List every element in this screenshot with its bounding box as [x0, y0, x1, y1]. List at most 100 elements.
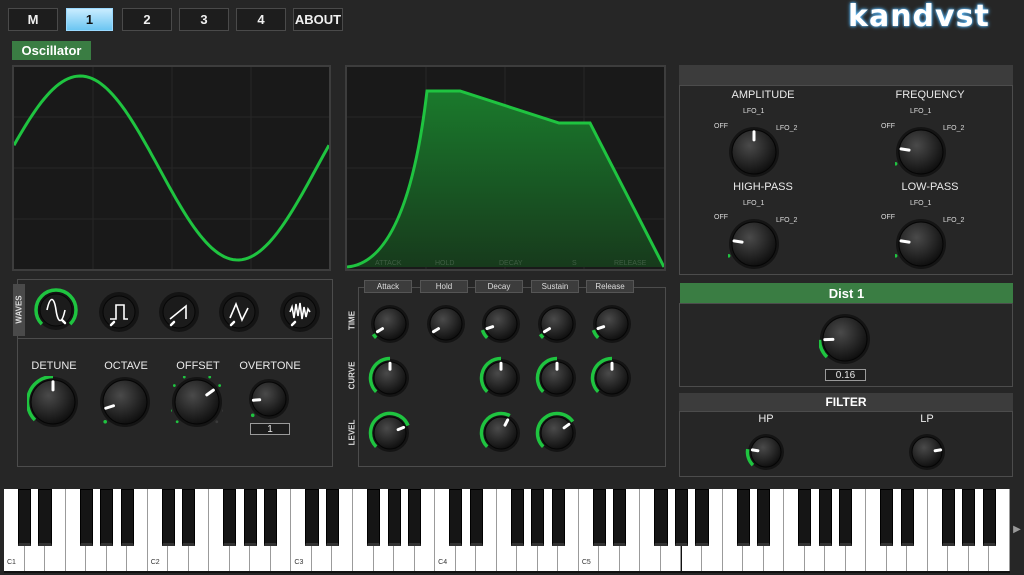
black-key[interactable] [962, 489, 976, 546]
offset-knob[interactable] [171, 376, 223, 428]
lowpass-lfo1-label: LFO_1 [910, 200, 932, 207]
lp-label: LP [920, 413, 934, 425]
black-key[interactable] [941, 489, 955, 546]
black-key[interactable] [592, 489, 606, 546]
dist-amount-knob[interactable] [819, 313, 871, 365]
env-screen-hold: HOLD [435, 260, 454, 267]
tab-1[interactable]: 1 [66, 8, 113, 31]
black-key[interactable] [880, 489, 894, 546]
black-key[interactable] [613, 489, 627, 546]
sustain-time-knob[interactable] [531, 298, 583, 350]
waveform-display [12, 65, 331, 271]
lp-cutoff-knob[interactable] [901, 426, 953, 478]
env-row-level: LEVEL [347, 419, 357, 446]
frequency-off-label: OFF [881, 123, 895, 130]
dist-title[interactable]: Dist 1 [680, 283, 1013, 303]
black-key[interactable] [264, 489, 278, 546]
octave-label: C5 [581, 559, 591, 566]
frequency-lfo1-label: LFO_1 [910, 108, 932, 115]
overtone-knob[interactable] [243, 373, 295, 425]
env-col-release: Release [586, 280, 634, 293]
octave-knob[interactable] [99, 376, 151, 428]
black-key[interactable] [38, 489, 52, 546]
octave-label: C2 [150, 559, 160, 566]
frequency-mod-knob[interactable] [895, 126, 947, 178]
sustain-level-knob[interactable] [531, 407, 583, 459]
detune-knob[interactable] [27, 376, 79, 428]
black-key[interactable] [449, 489, 463, 546]
hp-cutoff-knob[interactable] [740, 426, 792, 478]
black-key[interactable] [325, 489, 340, 546]
black-key[interactable] [818, 489, 832, 546]
frequency-label: FREQUENCY [895, 89, 965, 101]
env-col-hold: Hold [420, 280, 468, 293]
highpass-mod-knob[interactable] [728, 218, 780, 270]
release-time-knob[interactable] [586, 298, 638, 350]
highpass-label: HIGH-PASS [733, 181, 793, 193]
black-key[interactable] [736, 489, 750, 546]
octave-label: C4 [438, 559, 448, 566]
black-key[interactable] [120, 489, 134, 546]
release-curve-knob[interactable] [586, 352, 638, 404]
amplitude-off-label: OFF [714, 123, 728, 130]
black-key[interactable] [900, 489, 914, 546]
tab-about[interactable]: ABOUT [293, 8, 343, 31]
env-screen-decay: DECAY [499, 260, 523, 267]
logo: kandvst [848, 0, 990, 34]
black-key[interactable] [757, 489, 771, 546]
detune-label: DETUNE [31, 360, 77, 372]
black-key[interactable] [387, 489, 401, 546]
attack-time-knob[interactable] [364, 298, 416, 350]
wave-square-button[interactable] [97, 290, 141, 334]
decay-curve-knob[interactable] [475, 352, 527, 404]
black-key[interactable] [982, 489, 997, 546]
attack-level-knob[interactable] [364, 407, 416, 459]
env-col-decay: Decay [475, 280, 523, 293]
black-key[interactable] [551, 489, 565, 546]
black-key[interactable] [469, 489, 483, 546]
black-key[interactable] [182, 489, 196, 546]
play-arrow-icon[interactable]: ▶ [1010, 524, 1024, 535]
wave-saw-button[interactable] [157, 290, 201, 334]
black-key[interactable] [531, 489, 545, 546]
black-key[interactable] [839, 489, 853, 546]
piano-keyboard[interactable]: C1 C2 C3 C4 C5 [4, 489, 1010, 573]
black-key[interactable] [366, 489, 381, 546]
black-key[interactable] [243, 489, 257, 546]
attack-curve-knob[interactable] [364, 352, 416, 404]
highpass-lfo1-label: LFO_1 [743, 200, 765, 207]
black-key[interactable] [674, 489, 689, 546]
overtone-value[interactable]: 1 [250, 423, 290, 435]
black-key[interactable] [510, 489, 524, 546]
tab-2[interactable]: 2 [122, 8, 172, 31]
waves-label: WAVES [14, 295, 24, 324]
wave-sine-button[interactable] [34, 288, 78, 332]
black-key[interactable] [223, 489, 237, 546]
dist-value[interactable]: 0.16 [825, 369, 866, 381]
hold-time-knob[interactable] [420, 298, 472, 350]
offset-label: OFFSET [176, 360, 220, 372]
black-key[interactable] [79, 489, 93, 546]
black-key[interactable] [17, 489, 32, 546]
black-key[interactable] [695, 489, 709, 546]
sustain-curve-knob[interactable] [531, 352, 583, 404]
lowpass-off-label: OFF [881, 214, 895, 221]
black-key[interactable] [798, 489, 812, 546]
tab-3[interactable]: 3 [179, 8, 229, 31]
lowpass-mod-knob[interactable] [895, 218, 947, 270]
wave-noise-button[interactable] [278, 290, 322, 334]
black-key[interactable] [408, 489, 422, 546]
env-row-curve: CURVE [347, 361, 357, 390]
filter-title: FILTER [825, 395, 867, 409]
black-key[interactable] [305, 489, 319, 546]
decay-level-knob[interactable] [475, 407, 527, 459]
decay-time-knob[interactable] [475, 298, 527, 350]
black-key[interactable] [161, 489, 175, 546]
black-key[interactable] [100, 489, 114, 546]
tab-4[interactable]: 4 [236, 8, 286, 31]
black-key[interactable] [654, 489, 668, 546]
tab-m[interactable]: M [8, 8, 58, 31]
env-screen-release: RELEASE [614, 260, 647, 267]
amplitude-mod-knob[interactable] [728, 126, 780, 178]
wave-triangle-button[interactable] [217, 290, 261, 334]
